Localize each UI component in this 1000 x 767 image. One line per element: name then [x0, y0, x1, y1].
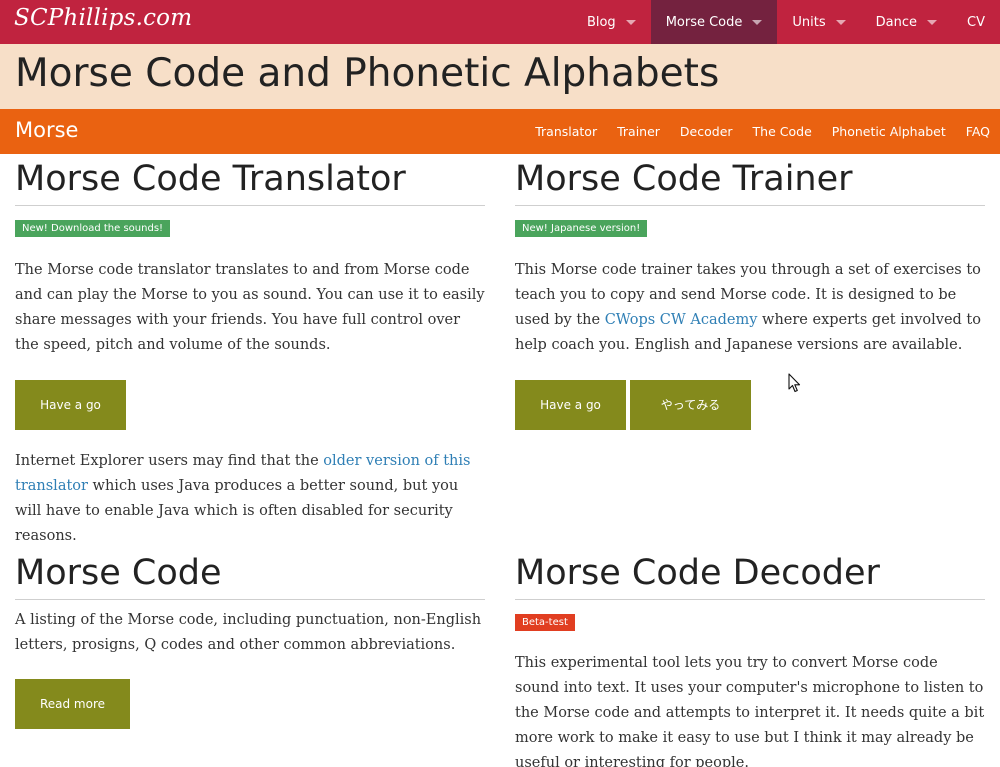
- decoder-description: This experimental tool lets you try to c…: [515, 654, 985, 767]
- title-band: Morse Code and Phonetic Alphabets: [0, 44, 1000, 109]
- trainer-heading: Morse Code Trainer: [515, 160, 985, 206]
- subnav-link-trainer[interactable]: Trainer: [617, 124, 660, 139]
- morse-code-panel: Morse Code A listing of the Morse code, …: [15, 554, 485, 729]
- translator-ie-note: Internet Explorer users may find that th…: [15, 449, 485, 549]
- trainer-description: This Morse code trainer takes you throug…: [515, 258, 985, 358]
- topnav-item-morse-code[interactable]: Morse Code: [650, 0, 778, 44]
- subnav-link-faq[interactable]: FAQ: [966, 124, 990, 139]
- topnav-item-label: CV: [967, 14, 985, 30]
- topnav-item-label: Units: [792, 14, 826, 30]
- decoder-panel: Morse Code Decoder Beta-test This experi…: [515, 554, 985, 767]
- translator-description: The Morse code translator translates to …: [15, 261, 485, 353]
- topnav-item-label: Blog: [586, 14, 616, 30]
- section-brand[interactable]: Morse: [15, 118, 78, 142]
- chevron-down-icon: [835, 19, 846, 25]
- subnav-link-translator[interactable]: Translator: [535, 124, 597, 139]
- section-nav: Translator Trainer Decoder The Code Phon…: [515, 109, 990, 154]
- translator-panel: Morse Code Translator New! Download the …: [15, 160, 485, 549]
- decoder-badge: Beta-test: [515, 613, 575, 631]
- topnav-item-blog[interactable]: Blog: [572, 0, 651, 44]
- note-text: Internet Explorer users may find that th…: [15, 452, 324, 469]
- morse-code-description: A listing of the Morse code, including p…: [15, 611, 482, 653]
- top-navbar: SCPhillips.com Blog Morse Code Units Dan…: [0, 0, 1000, 44]
- subnav-link-the-code[interactable]: The Code: [753, 124, 812, 139]
- chevron-down-icon: [625, 19, 636, 25]
- top-nav: Blog Morse Code Units Dance CV: [572, 0, 1000, 44]
- trainer-badge: New! Japanese version!: [515, 219, 648, 237]
- decoder-heading: Morse Code Decoder: [515, 554, 985, 600]
- section-navbar: Morse Translator Trainer Decoder The Cod…: [0, 109, 1000, 154]
- trainer-panel: Morse Code Trainer New! Japanese version…: [515, 160, 985, 430]
- read-more-button[interactable]: Read more: [15, 678, 130, 729]
- page-title: Morse Code and Phonetic Alphabets: [15, 51, 720, 96]
- topnav-item-cv[interactable]: CV: [952, 0, 1000, 44]
- mouse-cursor-icon: [788, 373, 801, 393]
- morse-code-heading: Morse Code: [15, 554, 485, 600]
- translator-have-a-go-button[interactable]: Have a go: [15, 379, 126, 430]
- translator-heading: Morse Code Translator: [15, 160, 485, 206]
- topnav-item-units[interactable]: Units: [777, 0, 860, 44]
- topnav-item-label: Dance: [875, 14, 918, 30]
- trainer-japanese-button[interactable]: やってみる: [630, 379, 751, 430]
- subnav-link-phonetic-alphabet[interactable]: Phonetic Alphabet: [832, 124, 946, 139]
- trainer-have-a-go-button[interactable]: Have a go: [515, 379, 626, 430]
- subnav-link-decoder[interactable]: Decoder: [680, 124, 733, 139]
- chevron-down-icon: [752, 19, 763, 25]
- chevron-down-icon: [927, 19, 938, 25]
- topnav-item-label: Morse Code: [665, 14, 743, 30]
- translator-badge: New! Download the sounds!: [15, 219, 171, 237]
- site-logo[interactable]: SCPhillips.com: [14, 5, 192, 31]
- cwops-academy-link[interactable]: CWops CW Academy: [605, 312, 758, 328]
- topnav-item-dance[interactable]: Dance: [861, 0, 952, 44]
